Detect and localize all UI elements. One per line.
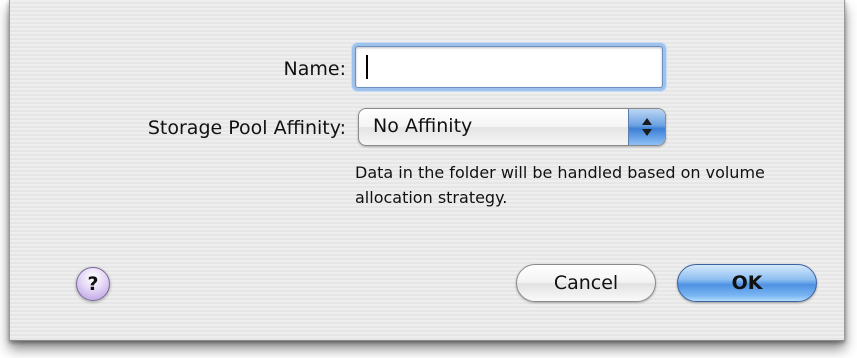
question-mark-icon: ? xyxy=(87,273,99,295)
text-cursor xyxy=(366,55,368,79)
name-field[interactable] xyxy=(355,46,663,88)
popup-arrows-icon xyxy=(628,109,665,145)
storage-pool-affinity-label: Storage Pool Affinity: xyxy=(147,117,346,139)
name-label: Name: xyxy=(283,58,346,80)
new-folder-sheet: Name: Storage Pool Affinity: No Affinity… xyxy=(9,0,845,341)
affinity-description: Data in the folder will be handled based… xyxy=(355,163,765,207)
ok-button[interactable]: OK xyxy=(677,264,817,302)
storage-pool-affinity-popup[interactable]: No Affinity xyxy=(358,108,666,146)
screen: Name: Storage Pool Affinity: No Affinity… xyxy=(0,0,857,358)
popup-selected-value: No Affinity xyxy=(373,115,473,137)
help-button[interactable]: ? xyxy=(76,267,110,301)
cancel-button[interactable]: Cancel xyxy=(516,264,656,302)
